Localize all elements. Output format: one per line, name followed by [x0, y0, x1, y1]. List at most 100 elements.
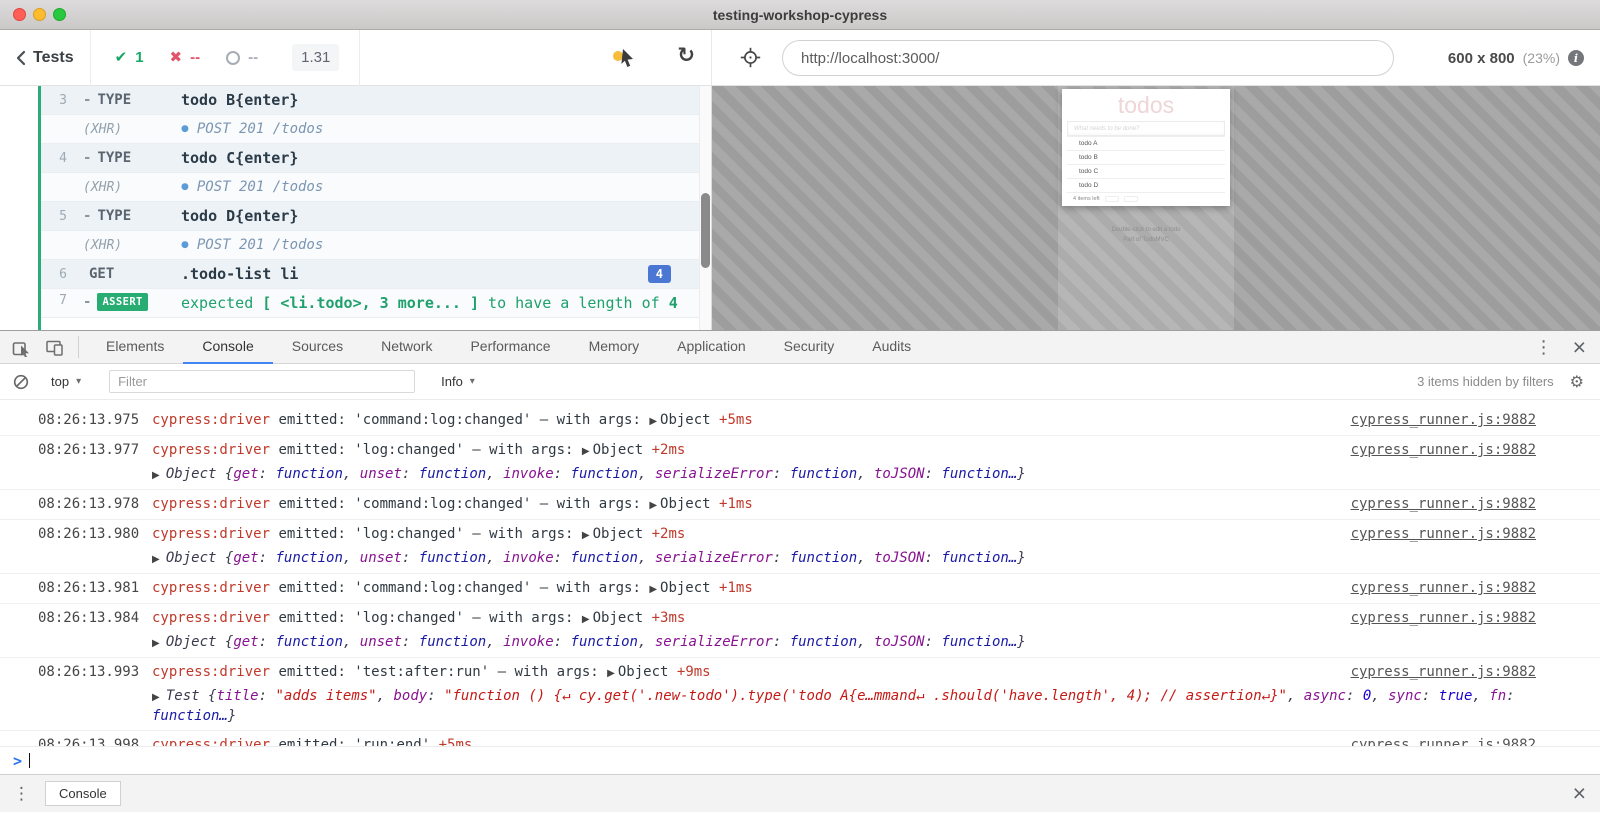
test-duration: 1.31 — [292, 44, 339, 71]
timestamp: 08:26:13.977 — [38, 440, 142, 460]
test-stats: ✔ 1 ✖ -- -- — [115, 49, 259, 66]
object-preview[interactable]: ▶ Object {get: function, unset: function… — [152, 465, 1520, 485]
macos-titlebar: testing-workshop-cypress — [0, 0, 1600, 30]
tab-security[interactable]: Security — [765, 331, 854, 364]
gear-icon[interactable]: ⚙ — [1570, 372, 1584, 391]
xhr-label: (XHR) — [83, 180, 175, 195]
back-to-tests-button[interactable]: Tests — [16, 49, 74, 67]
todo-item: todo A — [1067, 136, 1225, 150]
pending-stat: -- — [226, 49, 258, 66]
app-window: testing-workshop-cypress Tests ✔ 1 ✖ -- — [0, 0, 1600, 828]
console-prompt[interactable]: > — [0, 746, 1600, 774]
tab-network[interactable]: Network — [362, 331, 451, 364]
tab-audits[interactable]: Audits — [853, 331, 930, 364]
command-row[interactable]: 3 -TYPE todo B{enter} — [41, 86, 711, 115]
chevron-down-icon: ▾ — [470, 376, 475, 387]
tab-elements[interactable]: Elements — [87, 331, 183, 364]
command-number: 5 — [45, 209, 67, 224]
log-message: cypress:driver emitted: 'log:changed' — … — [152, 608, 1339, 630]
scrollbar-thumb[interactable] — [701, 193, 710, 268]
todo-info-footer: Double-click to edit a todo Part of Todo… — [1062, 227, 1230, 247]
object-preview[interactable]: ▶ Test {title: "adds items", body: "func… — [152, 687, 1520, 726]
command-method: GET — [83, 266, 175, 282]
tab-application[interactable]: Application — [658, 331, 765, 364]
source-link[interactable]: cypress_runner.js:9882 — [1351, 578, 1536, 598]
source-link[interactable]: cypress_runner.js:9882 — [1351, 494, 1536, 514]
info-icon[interactable]: i — [1568, 50, 1584, 66]
command-row[interactable]: 4 -TYPE todo C{enter} — [41, 144, 711, 173]
tab-performance[interactable]: Performance — [451, 331, 569, 364]
reporter-scrollbar — [699, 86, 711, 330]
log-message: cypress:driver emitted: 'test:after:run'… — [152, 662, 1339, 684]
chevron-left-icon — [16, 50, 26, 66]
source-link[interactable]: cypress_runner.js:9882 — [1351, 524, 1536, 544]
refresh-icon[interactable]: ↻ — [677, 43, 695, 67]
drawer-tab-console[interactable]: Console — [45, 781, 121, 806]
route-dot-icon: ● — [181, 182, 189, 192]
tab-memory[interactable]: Memory — [570, 331, 659, 364]
todo-app-preview: todos What needs to be done? todo A todo… — [1062, 89, 1230, 206]
source-link[interactable]: cypress_runner.js:9882 — [1351, 440, 1536, 460]
xhr-label: (XHR) — [83, 122, 175, 137]
back-to-tests-label: Tests — [33, 49, 74, 67]
window-title: testing-workshop-cypress — [0, 0, 1600, 30]
prompt-chevron-icon: > — [13, 752, 22, 770]
tab-sources[interactable]: Sources — [273, 331, 362, 364]
route-dot-icon: ● — [181, 124, 189, 134]
source-link[interactable]: cypress_runner.js:9882 — [1351, 735, 1536, 746]
failed-stat: ✖ -- — [170, 49, 201, 66]
pending-circle-icon — [226, 51, 240, 65]
console-message: 08:26:13.981 cypress:driver emitted: 'co… — [0, 574, 1600, 604]
log-message: cypress:driver emitted: 'command:log:cha… — [152, 410, 1339, 432]
command-number: 7 — [45, 293, 67, 308]
object-preview[interactable]: ▶ Object {get: function, unset: function… — [152, 633, 1520, 653]
viewport-info: 600 x 800 (23%) i — [1448, 30, 1584, 86]
devtools-close-icon[interactable]: × — [1573, 336, 1586, 359]
tab-console[interactable]: Console — [183, 331, 272, 364]
xhr-row[interactable]: (XHR) ●POST 201 /todos — [41, 115, 711, 144]
clear-console-icon[interactable] — [13, 374, 29, 390]
source-link[interactable]: cypress_runner.js:9882 — [1351, 410, 1536, 430]
xhr-message: ●POST 201 /todos — [181, 237, 323, 253]
pending-count: -- — [248, 49, 258, 66]
xhr-row[interactable]: (XHR) ●POST 201 /todos — [41, 173, 711, 202]
todo-item: todo C — [1067, 164, 1225, 178]
inspect-element-icon[interactable] — [12, 338, 31, 357]
devtools-drawer-bar: ⋮ Console × — [0, 774, 1600, 812]
divider — [359, 30, 360, 86]
new-todo-input-preview: What needs to be done? — [1067, 121, 1225, 136]
assert-row[interactable]: 7 -ASSERT expected [ <li.todo>, 3 more..… — [41, 289, 711, 318]
console-filter-input[interactable] — [109, 370, 415, 393]
failed-count: -- — [190, 49, 200, 66]
command-row[interactable]: 5 -TYPE todo D{enter} — [41, 202, 711, 231]
log-message: cypress:driver emitted: 'command:log:cha… — [152, 494, 1339, 516]
devtools-menu-icon[interactable]: ⋮ — [1535, 337, 1553, 358]
command-message: todo C{enter} — [181, 149, 298, 167]
viewport-zoom: (23%) — [1523, 50, 1560, 66]
object-preview[interactable]: ▶ Object {get: function, unset: function… — [152, 549, 1520, 569]
command-method: -TYPE — [83, 208, 175, 224]
command-row[interactable]: 6 GET .todo-list li 4 — [41, 260, 711, 289]
todo-items-left: 4 items left — [1073, 196, 1100, 202]
x-icon: ✖ — [170, 50, 183, 65]
timestamp: 08:26:13.978 — [38, 494, 142, 514]
source-link[interactable]: cypress_runner.js:9882 — [1351, 608, 1536, 628]
viewport-size: 600 x 800 — [1448, 50, 1515, 67]
element-count-badge: 4 — [648, 265, 671, 283]
url-bar[interactable]: http://localhost:3000/ — [782, 40, 1394, 76]
device-toolbar-icon[interactable] — [45, 338, 64, 357]
execution-context-selector[interactable]: top ▾ — [51, 374, 81, 389]
selector-playground-icon[interactable] — [740, 47, 761, 68]
url-text: http://localhost:3000/ — [801, 50, 939, 67]
log-level-selector[interactable]: Info ▾ — [441, 374, 475, 389]
xhr-label: (XHR) — [83, 238, 175, 253]
source-link[interactable]: cypress_runner.js:9882 — [1351, 662, 1536, 682]
timestamp: 08:26:13.981 — [38, 578, 142, 598]
xhr-row[interactable]: (XHR) ●POST 201 /todos — [41, 231, 711, 260]
drawer-close-icon[interactable]: × — [1573, 782, 1586, 805]
route-dot-icon: ● — [181, 240, 189, 250]
console-output: 08:26:13.975 cypress:driver emitted: 'co… — [0, 400, 1600, 774]
console-message: 08:26:13.977 cypress:driver emitted: 'lo… — [0, 436, 1600, 490]
context-label: top — [51, 374, 69, 389]
drawer-menu-icon[interactable]: ⋮ — [13, 784, 30, 804]
